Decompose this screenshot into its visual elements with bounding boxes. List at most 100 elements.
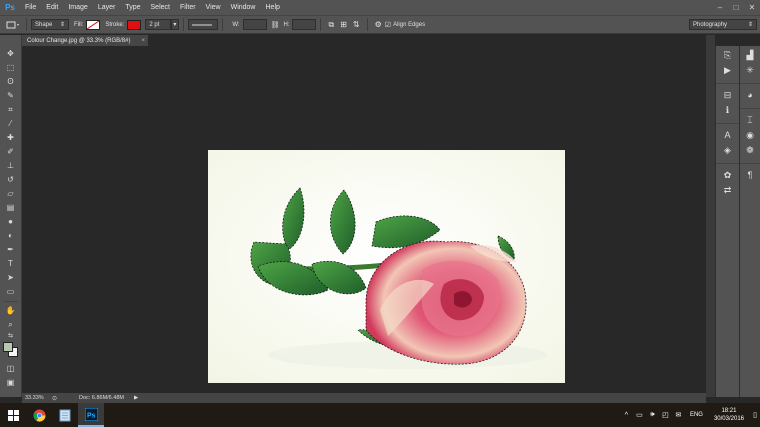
brush-presets-panel-icon[interactable]: ✿: [720, 168, 736, 183]
eyedropper-tool-icon[interactable]: ⁄: [3, 117, 19, 131]
stroke-width-field[interactable]: 2 pt: [145, 19, 172, 30]
chrome-icon: [32, 409, 45, 422]
clock-date: 30/03/2016: [713, 416, 744, 422]
start-button[interactable]: [0, 403, 26, 427]
menu-layer[interactable]: Layer: [93, 4, 121, 11]
canvas-area[interactable]: [22, 46, 706, 393]
quick-selection-tool-icon[interactable]: ✎: [3, 89, 19, 103]
layers-panel-icon[interactable]: ◈: [720, 143, 736, 158]
menu-type[interactable]: Type: [120, 4, 145, 11]
photoshop-taskbar-icon[interactable]: Ps: [78, 403, 104, 427]
menu-window[interactable]: Window: [226, 4, 261, 11]
hand-tool-icon[interactable]: ✋: [3, 304, 19, 318]
menu-edit[interactable]: Edit: [41, 4, 63, 11]
network-icon[interactable]: ◰: [659, 403, 672, 427]
menu-filter[interactable]: Filter: [175, 4, 201, 11]
stroke-label: Stroke:: [105, 21, 125, 28]
windows-taskbar: Ps ^ ▭ 🕪 ◰ ✉ ENG 18:21 30/03/2016 ▯: [0, 403, 760, 427]
channels-panel-icon[interactable]: ❁: [742, 143, 758, 158]
histogram-panel-icon[interactable]: ▟: [742, 48, 758, 63]
lasso-tool-icon[interactable]: ʘ: [3, 75, 19, 89]
link-icon[interactable]: ⛓: [271, 21, 280, 29]
width-input[interactable]: [242, 19, 267, 30]
stroke-type-select[interactable]: [188, 19, 219, 30]
color-panel-icon[interactable]: ◕: [742, 88, 758, 103]
close-button[interactable]: ✕: [744, 0, 760, 15]
maximize-button[interactable]: □: [728, 0, 744, 15]
properties-panel-icon[interactable]: ⊟: [720, 88, 736, 103]
swap-colors-icon[interactable]: ⇆: [3, 332, 19, 340]
menu-bar: Ps File Edit Image Layer Type Select Fil…: [0, 0, 760, 15]
notepad-taskbar-icon[interactable]: [52, 403, 78, 427]
status-menu-arrow[interactable]: ▶: [134, 395, 138, 401]
input-language[interactable]: ENG: [685, 412, 708, 418]
clone-stamp-tool-icon[interactable]: ⊥: [3, 159, 19, 173]
fill-swatch[interactable]: [86, 19, 101, 30]
document-canvas[interactable]: [208, 150, 565, 383]
foreground-color-swatch[interactable]: [2, 342, 13, 352]
adjustments-panel-icon[interactable]: ◉: [742, 128, 758, 143]
panel-collapse-strip[interactable]: [706, 35, 715, 397]
workspace-select[interactable]: Photography ⇕: [689, 19, 757, 30]
quick-mask-icon[interactable]: ◫: [3, 362, 19, 376]
message-icon[interactable]: ✉: [672, 403, 685, 427]
options-separator: [183, 18, 185, 31]
screen-mode-icon[interactable]: ▣: [3, 376, 19, 390]
brush-tool-icon[interactable]: ✐: [3, 145, 19, 159]
type-tool-icon[interactable]: T: [3, 257, 19, 271]
battery-icon[interactable]: ▭: [633, 403, 646, 427]
panel-dock-left: ⎘ ▶ ⊟ ℹ A ◈ ✿ ⇄: [715, 46, 739, 397]
crop-tool-icon[interactable]: ⌗: [3, 103, 19, 117]
actions-panel-icon[interactable]: ▶: [720, 63, 736, 78]
navigator-panel-icon[interactable]: ✳: [742, 63, 758, 78]
tool-preset-picker[interactable]: [4, 18, 22, 31]
workspace-select-value: Photography: [693, 21, 728, 28]
rectangle-tool-icon[interactable]: ▭: [3, 285, 19, 299]
photoshop-app-icon: Ps: [84, 407, 98, 421]
dock-separator: [716, 78, 739, 84]
options-separator: [366, 18, 368, 31]
blur-tool-icon[interactable]: ●: [3, 215, 19, 229]
info-panel-icon[interactable]: ℹ: [720, 103, 736, 118]
marquee-tool-icon[interactable]: ⬚: [3, 61, 19, 75]
path-selection-tool-icon[interactable]: ➤: [3, 271, 19, 285]
move-tool-icon[interactable]: ✥: [3, 47, 19, 61]
dodge-tool-icon[interactable]: ◐: [3, 229, 19, 243]
chrome-taskbar-icon[interactable]: [26, 403, 52, 427]
path-operations-icon[interactable]: ⧉: [328, 20, 334, 30]
menu-image[interactable]: Image: [63, 4, 92, 11]
document-tab[interactable]: Colour Change.jpg @ 33.3% (RGB/8#) ×: [22, 35, 148, 46]
history-panel-icon[interactable]: ⎘: [720, 48, 736, 63]
clock[interactable]: 18:21 30/03/2016: [708, 407, 750, 423]
stroke-swatch[interactable]: [127, 19, 142, 30]
paragraph-panel-icon[interactable]: ¶: [742, 168, 758, 183]
healing-brush-tool-icon[interactable]: ✚: [3, 131, 19, 145]
close-tab-icon[interactable]: ×: [141, 38, 145, 44]
eraser-tool-icon[interactable]: ▱: [3, 187, 19, 201]
minimize-button[interactable]: –: [712, 0, 728, 15]
stroke-width-dropdown[interactable]: ▾: [171, 19, 180, 30]
gradient-tool-icon[interactable]: ▤: [3, 201, 19, 215]
gear-icon[interactable]: ⚙: [375, 20, 382, 29]
menu-file[interactable]: File: [20, 4, 41, 11]
history-brush-tool-icon[interactable]: ↺: [3, 173, 19, 187]
pen-tool-icon[interactable]: ✒: [3, 243, 19, 257]
menu-select[interactable]: Select: [146, 4, 175, 11]
volume-icon[interactable]: 🕪: [646, 403, 659, 427]
notifications-icon[interactable]: ▯: [750, 403, 760, 427]
height-input[interactable]: [292, 19, 317, 30]
chevron-up-icon[interactable]: ^: [620, 403, 633, 427]
tool-presets-panel-icon[interactable]: ⇄: [720, 183, 736, 198]
zoom-level[interactable]: 33.33%: [22, 395, 52, 401]
zoom-tool-icon[interactable]: ⌕: [3, 318, 19, 332]
menu-help[interactable]: Help: [261, 4, 285, 11]
select-arrows-icon: ⇕: [59, 22, 65, 28]
path-arrangement-icon[interactable]: ⇅: [353, 20, 360, 29]
select-arrows-icon: ⇕: [747, 22, 753, 28]
mode-select[interactable]: Shape ⇕: [31, 19, 69, 30]
path-alignment-icon[interactable]: ⊞: [340, 20, 347, 29]
character-panel-icon[interactable]: A: [720, 128, 736, 143]
align-edges-checkbox[interactable]: ☑: [385, 21, 391, 29]
menu-view[interactable]: View: [201, 4, 226, 11]
paths-panel-icon[interactable]: ⌶: [742, 113, 758, 128]
